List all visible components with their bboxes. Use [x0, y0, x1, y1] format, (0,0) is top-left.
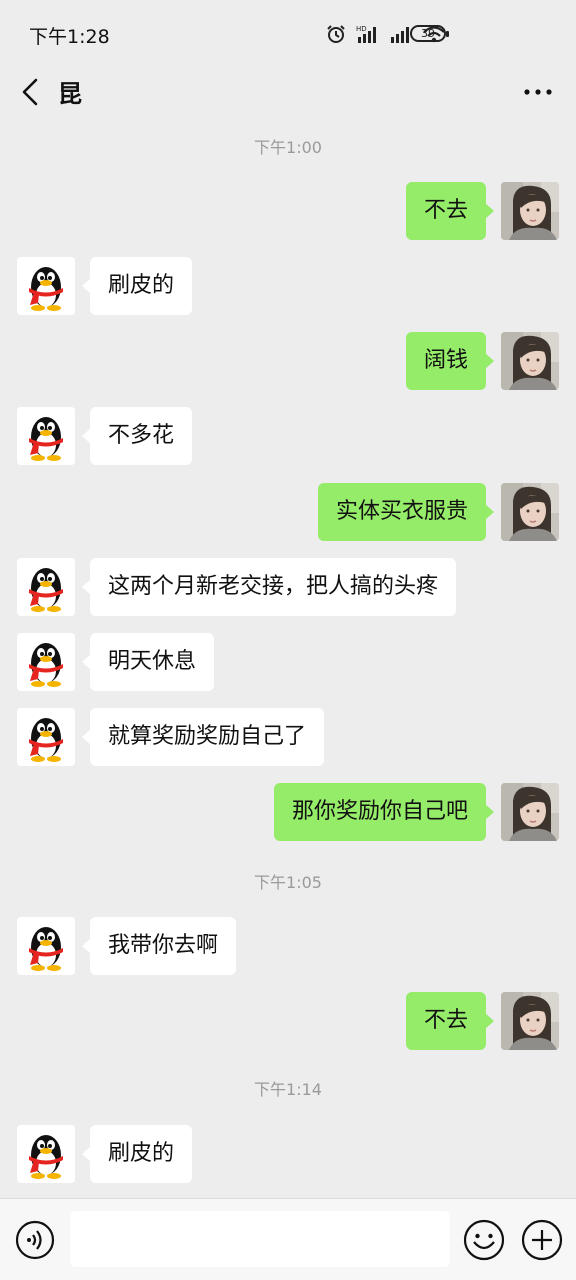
message-bubble[interactable]: 不多花 — [81, 407, 193, 465]
back-chevron-icon[interactable] — [14, 72, 50, 112]
plus-icon[interactable] — [520, 1218, 564, 1262]
contact-avatar[interactable] — [17, 1125, 75, 1183]
message-row-received: 明天休息 — [0, 633, 576, 691]
my-avatar[interactable] — [501, 483, 559, 541]
voice-icon[interactable] — [14, 1219, 56, 1261]
contact-avatar[interactable] — [17, 917, 75, 975]
message-row-sent: 实体买衣服贵 — [0, 483, 576, 541]
emoji-icon[interactable] — [462, 1218, 506, 1262]
contact-avatar[interactable] — [17, 558, 75, 616]
contact-avatar[interactable] — [17, 257, 75, 315]
message-row-received: 这两个月新老交接，把人搞的头疼 — [0, 558, 576, 616]
message-bubble[interactable]: 就算奖励奖励自己了 — [81, 708, 325, 766]
message-bubble[interactable]: 不去 — [405, 182, 495, 240]
message-bubble[interactable]: 明天休息 — [81, 633, 215, 691]
message-bubble[interactable]: 实体买衣服贵 — [317, 483, 495, 541]
message-bubble[interactable]: 刷皮的 — [81, 257, 193, 315]
message-bubble[interactable]: 这两个月新老交接，把人搞的头疼 — [81, 558, 457, 616]
message-bubble[interactable]: 我带你去啊 — [81, 917, 237, 975]
timestamp: 下午1:14 — [254, 1080, 322, 1099]
message-row-sent: 阔钱 — [0, 332, 576, 390]
contact-avatar[interactable] — [17, 407, 75, 465]
timestamp: 下午1:00 — [254, 138, 322, 157]
message-row-received: 就算奖励奖励自己了 — [0, 708, 576, 766]
message-row-sent: 不去 — [0, 992, 576, 1050]
chat-header: 昆 — [0, 66, 576, 120]
message-row-received: 不多花 — [0, 407, 576, 465]
message-bubble[interactable]: 刷皮的 — [81, 1125, 193, 1183]
chat-title: 昆 — [58, 80, 82, 108]
my-avatar[interactable] — [501, 992, 559, 1050]
message-bubble[interactable]: 那你奖励你自己吧 — [273, 783, 495, 841]
svg-text:HD: HD — [356, 25, 367, 33]
signal-icon — [391, 27, 409, 43]
my-avatar[interactable] — [501, 783, 559, 841]
my-avatar[interactable] — [501, 182, 559, 240]
message-row-received: 我带你去啊 — [0, 917, 576, 975]
alarm-icon — [327, 25, 345, 43]
battery-icon: 39 — [410, 25, 449, 42]
status-time: 下午1:28 — [29, 26, 110, 48]
message-row-received: 刷皮的 — [0, 1125, 576, 1183]
message-bubble[interactable]: 阔钱 — [405, 332, 495, 390]
input-bar — [0, 1198, 576, 1280]
message-row-sent: 那你奖励你自己吧 — [0, 783, 576, 841]
my-avatar[interactable] — [501, 332, 559, 390]
more-dots-icon[interactable] — [518, 74, 558, 110]
message-bubble[interactable]: 不去 — [405, 992, 495, 1050]
contact-avatar[interactable] — [17, 708, 75, 766]
message-row-received: 刷皮的 — [0, 257, 576, 315]
message-input[interactable] — [70, 1211, 450, 1267]
message-row-sent: 不去 — [0, 182, 576, 240]
timestamp: 下午1:05 — [254, 873, 322, 892]
contact-avatar[interactable] — [17, 633, 75, 691]
hd-signal-icon: HD — [356, 25, 376, 43]
status-bar: 下午1:28 HD 39 — [0, 0, 576, 66]
